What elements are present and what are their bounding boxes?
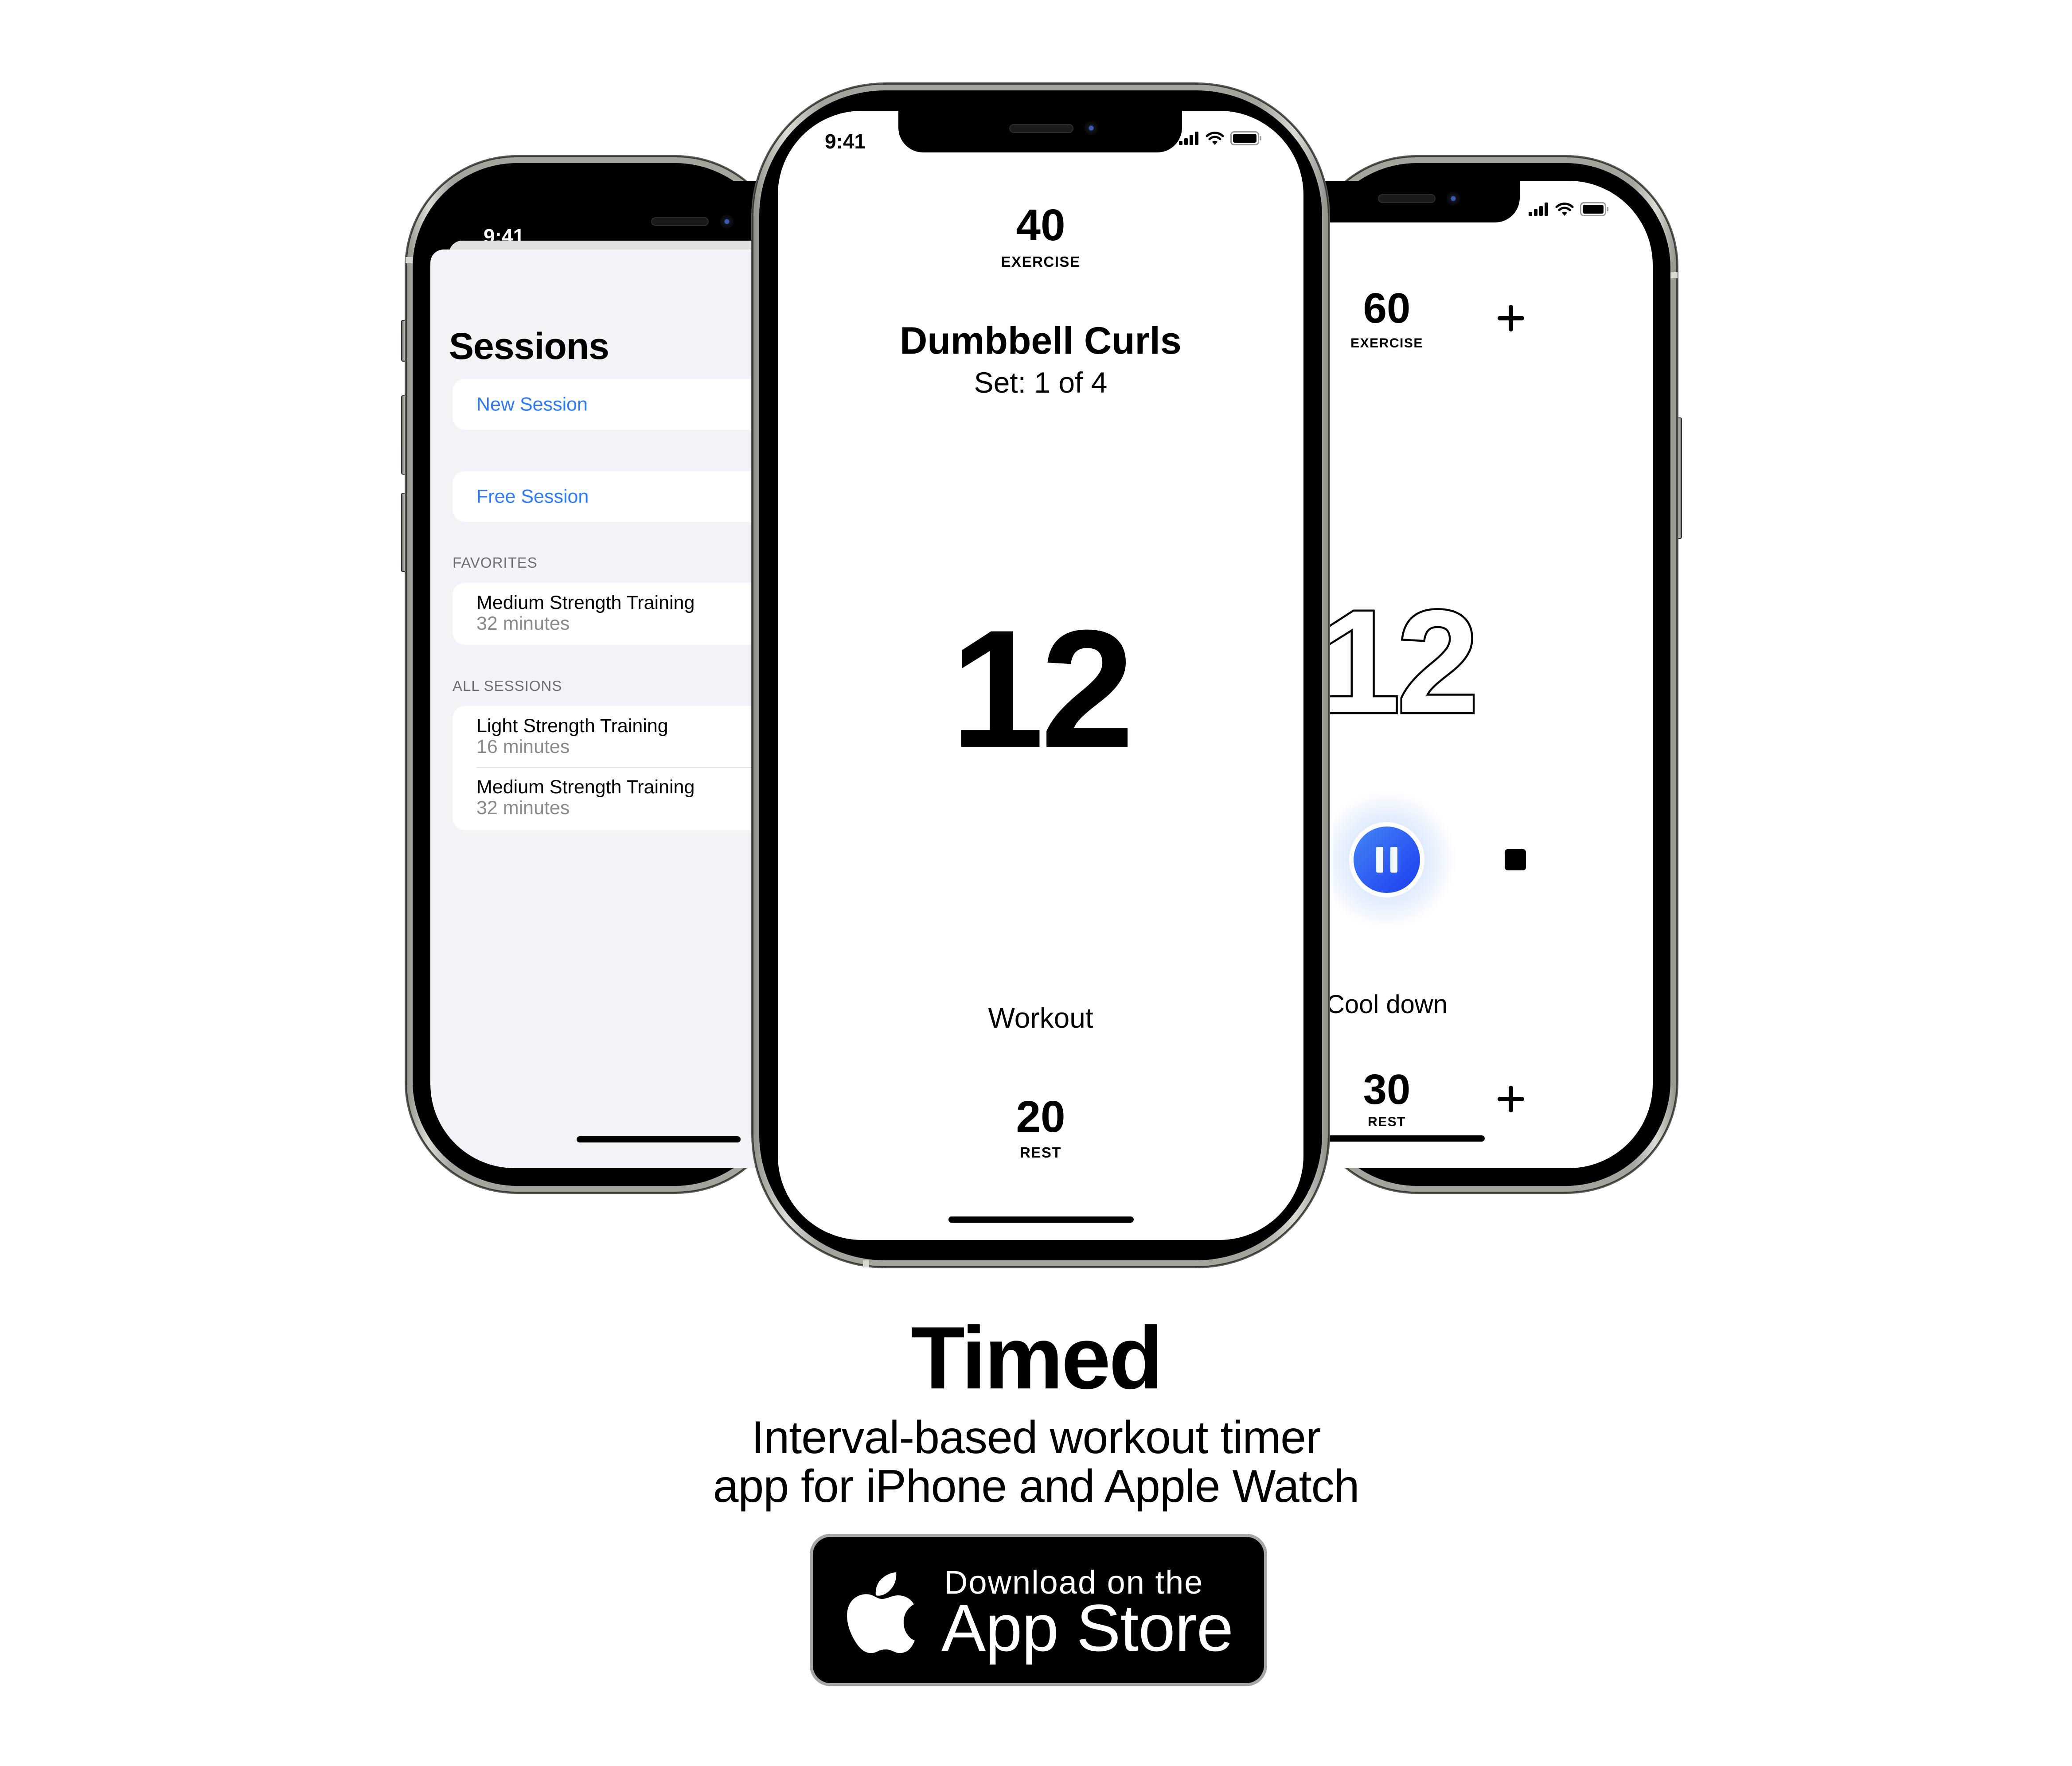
cellular-signal-icon bbox=[1529, 203, 1548, 216]
phone-paused-timer: 60 EXERCISE 12 Cool down 30 REST bbox=[1305, 156, 1682, 1193]
speaker-grille bbox=[1009, 124, 1073, 133]
home-indicator[interactable] bbox=[1323, 1135, 1485, 1142]
phase-label: Workout bbox=[988, 1002, 1093, 1034]
phone-sessions: 9:41 Sessions New Session Free Session F… bbox=[401, 156, 787, 1193]
status-icons bbox=[1529, 202, 1609, 216]
speaker-grille bbox=[1378, 194, 1436, 203]
rest-duration: 30 REST bbox=[1307, 1068, 1467, 1130]
all-sessions-group: Light Strength Training 16 minutes Mediu… bbox=[453, 706, 785, 830]
sessions-sheet: Sessions New Session Free Session FAVORI… bbox=[430, 250, 785, 1168]
antenna-band bbox=[863, 1260, 869, 1267]
tagline-line-1: Interval-based workout timer bbox=[751, 1412, 1321, 1463]
phase-label: Cool down bbox=[1326, 990, 1448, 1019]
status-icons bbox=[1179, 131, 1262, 145]
rest-duration: 20 REST bbox=[778, 1095, 1303, 1161]
countdown-timer: 12 bbox=[1316, 580, 1480, 743]
rest-label: REST bbox=[1367, 1115, 1406, 1129]
wifi-icon bbox=[1206, 132, 1224, 145]
notch bbox=[1307, 181, 1520, 222]
favorites-group: Medium Strength Training 32 minutes bbox=[453, 583, 785, 645]
front-camera bbox=[1447, 192, 1460, 205]
exercise-value: 60 bbox=[1363, 285, 1411, 332]
session-title: Medium Strength Training bbox=[476, 592, 695, 613]
front-camera bbox=[1085, 121, 1098, 135]
page-title: Sessions bbox=[449, 325, 609, 367]
session-title: Light Strength Training bbox=[476, 715, 668, 737]
plus-icon[interactable] bbox=[1498, 1086, 1524, 1112]
speaker-grille bbox=[651, 217, 709, 226]
rest-value: 30 bbox=[1363, 1066, 1411, 1113]
home-indicator[interactable] bbox=[577, 1136, 741, 1142]
front-camera bbox=[720, 215, 734, 228]
free-session-button[interactable]: Free Session bbox=[453, 471, 785, 522]
rest-value: 20 bbox=[1016, 1092, 1065, 1142]
countdown-timer: 12 bbox=[950, 595, 1135, 783]
new-session-button[interactable]: New Session bbox=[453, 379, 785, 430]
pause-icon bbox=[1354, 826, 1420, 893]
antenna-band bbox=[1670, 272, 1678, 278]
section-header-all-sessions: ALL SESSIONS bbox=[453, 678, 562, 694]
exercise-label: EXERCISE bbox=[1350, 336, 1423, 351]
sessions-screen: 9:41 Sessions New Session Free Session F… bbox=[430, 181, 785, 1168]
stop-button[interactable] bbox=[1505, 849, 1526, 870]
session-row[interactable]: Medium Strength Training 32 minutes bbox=[453, 768, 785, 830]
rest-label: REST bbox=[1019, 1144, 1061, 1161]
set-progress: Set: 1 of 4 bbox=[974, 366, 1108, 399]
wifi-icon bbox=[1555, 203, 1574, 216]
home-indicator[interactable] bbox=[948, 1216, 1134, 1223]
exercise-duration: 60 EXERCISE bbox=[1307, 287, 1467, 351]
app-store-badge[interactable]: Download on the App Store bbox=[813, 1537, 1264, 1683]
badge-large-text: App Store bbox=[941, 1591, 1233, 1665]
session-title: Medium Strength Training bbox=[476, 776, 695, 798]
exercise-duration: 40 EXERCISE bbox=[778, 203, 1303, 270]
antenna-band bbox=[406, 257, 413, 263]
phone-workout: 9:41 40 EXERCISE Dumbbell Curls Set: 1 o… bbox=[752, 83, 1329, 1267]
exercise-name: Dumbbell Curls bbox=[900, 320, 1182, 362]
new-session-label: New Session bbox=[476, 394, 588, 415]
session-duration: 32 minutes bbox=[476, 613, 570, 635]
exercise-label: EXERCISE bbox=[1001, 253, 1081, 270]
paused-timer-screen: 60 EXERCISE 12 Cool down 30 REST bbox=[1307, 181, 1653, 1168]
free-session-label: Free Session bbox=[476, 486, 589, 507]
notch bbox=[898, 111, 1182, 152]
session-duration: 16 minutes bbox=[476, 736, 570, 758]
session-duration: 32 minutes bbox=[476, 797, 570, 819]
workout-screen: 9:41 40 EXERCISE Dumbbell Curls Set: 1 o… bbox=[778, 111, 1303, 1240]
pause-button[interactable] bbox=[1349, 822, 1424, 897]
plus-icon[interactable] bbox=[1498, 305, 1524, 331]
session-row[interactable]: Light Strength Training 16 minutes bbox=[453, 706, 785, 768]
status-time: 9:41 bbox=[825, 130, 866, 153]
section-header-favorites: FAVORITES bbox=[453, 554, 538, 571]
exercise-value: 40 bbox=[1016, 200, 1065, 250]
battery-icon bbox=[1230, 131, 1261, 145]
tagline-line-2: app for iPhone and Apple Watch bbox=[713, 1461, 1360, 1512]
cellular-signal-icon bbox=[1179, 132, 1198, 145]
battery-icon bbox=[1580, 202, 1608, 216]
apple-logo-icon bbox=[847, 1572, 915, 1653]
app-title: Timed bbox=[910, 1309, 1163, 1407]
session-row[interactable]: Medium Strength Training 32 minutes bbox=[453, 583, 785, 645]
